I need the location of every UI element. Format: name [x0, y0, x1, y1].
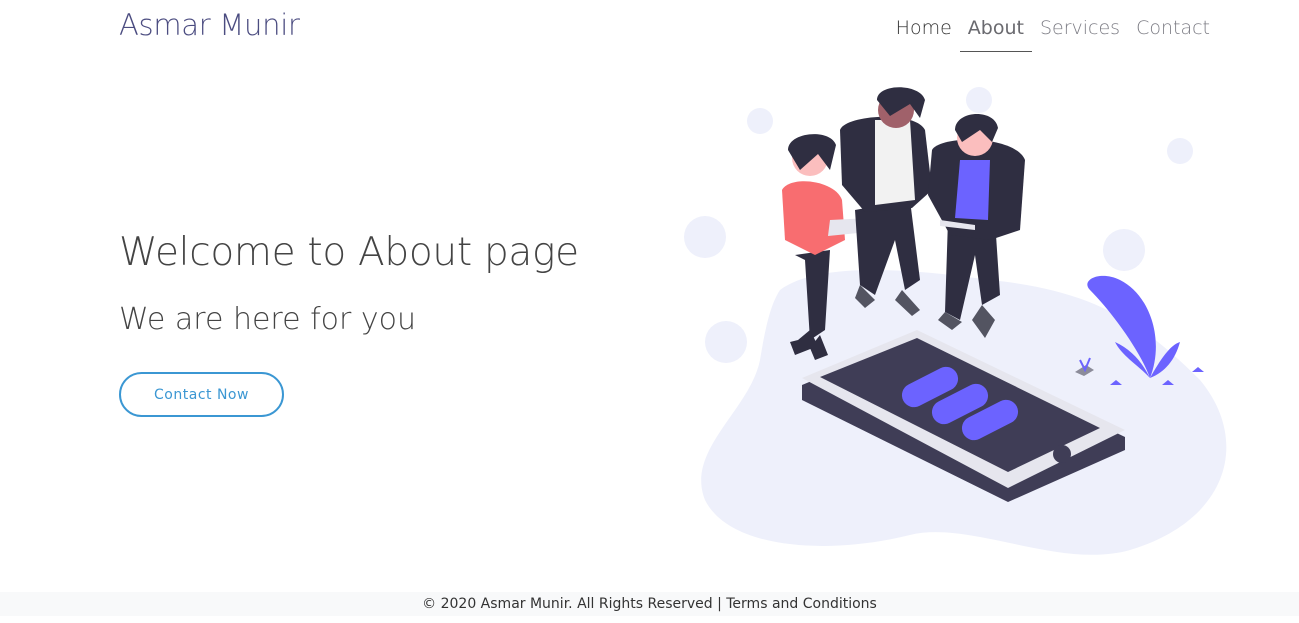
- bubble: [684, 216, 726, 258]
- bubble: [747, 108, 773, 134]
- team-phone-illustration: [684, 87, 1227, 555]
- footer: © 2020 Asmar Munir. All Rights Reserved …: [0, 592, 1299, 616]
- nav-services[interactable]: Services: [1032, 14, 1128, 52]
- nav-about[interactable]: About: [959, 14, 1032, 52]
- bubble: [1167, 138, 1193, 164]
- hero-subtitle: We are here for you: [119, 302, 416, 337]
- nav-contact[interactable]: Contact: [1128, 14, 1218, 52]
- hero-title: Welcome to About page: [119, 230, 579, 275]
- main-nav: Home About Services Contact: [888, 14, 1218, 52]
- brand-logo[interactable]: Asmar Munir: [119, 8, 300, 42]
- bubble: [705, 321, 747, 363]
- navbar: Asmar Munir Home About Services Contact: [0, 0, 1299, 58]
- contact-now-button[interactable]: Contact Now: [119, 372, 284, 417]
- footer-text: © 2020 Asmar Munir. All Rights Reserved …: [422, 596, 877, 612]
- nav-home[interactable]: Home: [888, 14, 960, 52]
- bubble: [1103, 229, 1145, 271]
- bubble: [966, 87, 992, 113]
